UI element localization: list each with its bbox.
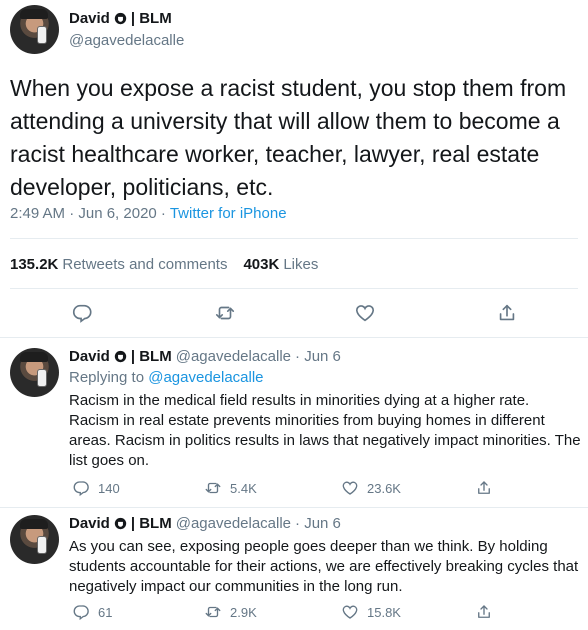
- comment-icon[interactable]: [71, 302, 93, 324]
- comment-icon: [73, 605, 89, 621]
- comment-icon: [73, 481, 89, 497]
- author-name-text[interactable]: David: [69, 10, 110, 27]
- reply-actions: 140 5.4K 23.6K: [69, 479, 569, 499]
- heart-icon: [342, 481, 358, 495]
- likes-count: 403K: [243, 256, 280, 273]
- share-icon: [478, 605, 490, 618]
- raised-fist-badge-icon: [114, 517, 127, 530]
- retweet-count: 2.9K: [230, 604, 257, 620]
- retweet-action[interactable]: 5.4K: [204, 479, 257, 497]
- retweet-action[interactable]: 2.9K: [204, 603, 257, 621]
- share-icon[interactable]: [496, 302, 518, 324]
- avatar[interactable]: [10, 348, 59, 397]
- divider: [10, 238, 578, 239]
- replying-to: Replying to @agavedelacalle: [69, 369, 264, 386]
- reply-date[interactable]: · Jun 6: [295, 515, 341, 532]
- author-handle[interactable]: @agavedelacalle: [176, 348, 291, 365]
- divider: [10, 288, 578, 289]
- retweet-count: 5.4K: [230, 480, 257, 496]
- author-name[interactable]: David | BLM: [69, 348, 172, 365]
- tweet-actions: [0, 300, 588, 328]
- author-name-text: David: [69, 515, 110, 532]
- like-action[interactable]: 15.8K: [341, 603, 401, 621]
- author-name[interactable]: David | BLM: [69, 515, 172, 532]
- source-link[interactable]: Twitter for iPhone: [170, 205, 287, 222]
- raised-fist-badge-icon: [114, 350, 127, 363]
- tweet-stats: 135.2K Retweets and comments 403K Likes: [10, 256, 318, 273]
- reply-actions: 61 2.9K 15.8K: [69, 603, 569, 623]
- avatar[interactable]: [10, 5, 59, 54]
- like-count: 15.8K: [367, 604, 401, 620]
- author-handle[interactable]: @agavedelacalle: [69, 32, 184, 49]
- like-count: 23.6K: [367, 480, 401, 496]
- author-name-text: David: [69, 348, 110, 365]
- reply-header: David | BLM @agavedelacalle · Jun 6: [69, 348, 341, 365]
- likes-label: Likes: [283, 256, 319, 273]
- author-suffix: | BLM: [130, 515, 172, 532]
- share-icon: [478, 481, 490, 494]
- heart-icon[interactable]: [354, 302, 376, 324]
- reply-tweet[interactable]: David | BLM @agavedelacalle · Jun 6 Repl…: [0, 338, 588, 508]
- replying-to-link[interactable]: @agavedelacalle: [148, 369, 263, 386]
- share-action[interactable]: [475, 479, 493, 497]
- tweet-meta: 2:49 AM · Jun 6, 2020 · Twitter for iPho…: [10, 205, 287, 222]
- like-action[interactable]: 23.6K: [341, 479, 401, 497]
- retweets-label: Retweets and comments: [62, 256, 228, 273]
- author-suffix: | BLM: [130, 348, 172, 365]
- raised-fist-badge-icon: [114, 12, 127, 25]
- heart-icon: [342, 605, 358, 619]
- reply-action[interactable]: 140: [72, 479, 120, 497]
- reply-text: Racism in the medical field results in m…: [69, 392, 581, 469]
- retweets-count: 135.2K: [10, 256, 59, 273]
- author-suffix: | BLM: [130, 10, 172, 27]
- reply-header: David | BLM @agavedelacalle · Jun 6: [69, 515, 341, 532]
- tweet-text: When you expose a racist student, you st…: [10, 75, 567, 200]
- retweets-stat[interactable]: 135.2K Retweets and comments: [10, 256, 227, 273]
- reply-count: 140: [98, 480, 120, 496]
- reply-count: 61: [98, 604, 113, 620]
- retweet-icon: [205, 606, 221, 618]
- avatar[interactable]: [10, 515, 59, 564]
- share-action[interactable]: [475, 603, 493, 621]
- author-name[interactable]: David | BLM: [69, 10, 172, 27]
- timestamp[interactable]: 2:49 AM · Jun 6, 2020 ·: [10, 205, 170, 222]
- reply-tweet[interactable]: David | BLM @agavedelacalle · Jun 6 As y…: [0, 505, 588, 630]
- likes-stat[interactable]: 403K Likes: [243, 256, 318, 273]
- author-handle[interactable]: @agavedelacalle: [176, 515, 291, 532]
- replying-prefix: Replying to: [69, 369, 149, 386]
- retweet-icon[interactable]: [214, 302, 236, 324]
- reply-date[interactable]: · Jun 6: [295, 348, 341, 365]
- reply-action[interactable]: 61: [72, 603, 112, 621]
- retweet-icon: [205, 482, 221, 494]
- reply-text: As you can see, exposing people goes dee…: [69, 538, 579, 595]
